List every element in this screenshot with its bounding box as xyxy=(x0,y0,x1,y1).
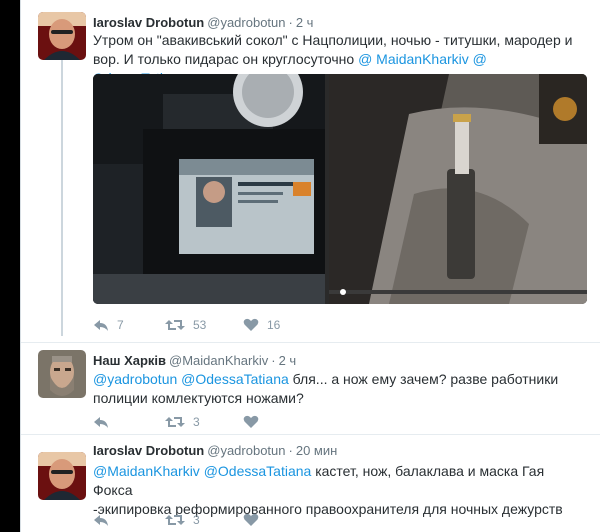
photo-knife[interactable] xyxy=(329,74,587,304)
media-grid xyxy=(93,74,587,304)
tweet-actions: 7 53 16 xyxy=(93,318,353,338)
retweet-count: 3 xyxy=(193,513,200,527)
avatar-photo-icon xyxy=(38,350,86,398)
heart-icon xyxy=(243,513,259,526)
tweet-text-line: @yadrobotun @OdessaTatiana бля... а нож … xyxy=(93,370,573,389)
tweet-time[interactable]: 20 мин xyxy=(296,443,337,458)
tweet-text: @yadrobotun @OdessaTatiana бля... а нож … xyxy=(93,370,573,408)
heart-icon xyxy=(243,318,259,331)
like-button[interactable] xyxy=(243,513,259,527)
retweet-count: 53 xyxy=(193,318,207,332)
author-name[interactable]: Iaroslav Drobotun xyxy=(93,15,204,30)
retweet-button[interactable]: 53 xyxy=(165,318,206,332)
reply-button[interactable] xyxy=(93,513,109,527)
like-button[interactable] xyxy=(243,415,259,429)
avatar[interactable] xyxy=(38,452,86,500)
reply-button[interactable]: 7 xyxy=(93,318,124,332)
tweet-time[interactable]: 2 ч xyxy=(296,15,314,30)
tweet-text: @MaidanKharkiv @OdessaTatiana кастет, но… xyxy=(93,462,573,519)
retweet-button[interactable]: 3 xyxy=(165,415,200,429)
avatar[interactable] xyxy=(38,12,86,60)
like-button[interactable]: 16 xyxy=(243,318,280,332)
retweet-icon xyxy=(165,417,185,427)
tweet-text-plain: бля... а нож ему зачем? разве работники xyxy=(288,371,559,387)
author-name[interactable]: Наш Харків xyxy=(93,353,166,368)
retweet-icon xyxy=(165,515,185,525)
reply-icon xyxy=(94,515,108,526)
mention-link[interactable]: @OdessaTatiana xyxy=(204,463,312,479)
tweet-3[interactable]: Iaroslav Drobotun @yadrobotun · 20 мин @Mai… xyxy=(21,435,600,532)
retweet-count: 3 xyxy=(193,415,200,429)
author-handle[interactable]: @yadrobotun xyxy=(207,15,285,30)
reply-icon xyxy=(94,417,108,428)
like-count: 16 xyxy=(267,318,281,332)
tweet-header: Iaroslav Drobotun @yadrobotun · 2 ч xyxy=(93,15,314,30)
tweet-2[interactable]: Наш Харків @MaidanKharkiv · 2 ч @yadrobotun… xyxy=(21,343,600,433)
photo-wallet-id-card[interactable] xyxy=(93,74,325,304)
retweet-icon xyxy=(165,320,185,330)
mention-link[interactable]: @yadrobotun xyxy=(93,371,177,387)
reply-count: 7 xyxy=(117,318,124,332)
tweet-actions: 3 xyxy=(93,415,353,435)
author-name[interactable]: Iaroslav Drobotun xyxy=(93,443,204,458)
author-handle[interactable]: @yadrobotun xyxy=(207,443,285,458)
tweet-1[interactable]: Iaroslav Drobotun @yadrobotun · 2 ч Утром о… xyxy=(21,0,600,340)
tweet-header: Iaroslav Drobotun @yadrobotun · 20 мин xyxy=(93,443,338,458)
reply-button[interactable] xyxy=(93,415,109,429)
heart-icon xyxy=(243,415,259,428)
tweet-text-line: полиции комлектуются ножами? xyxy=(93,390,304,406)
conversation-panel: Iaroslav Drobotun @yadrobotun · 2 ч Утром о… xyxy=(20,0,600,532)
tweet-text-plain: вор. И только пидарас он круглосуточно xyxy=(93,51,359,67)
mention-link[interactable]: @MaidanKharkiv xyxy=(93,463,200,479)
avatar-photo-icon xyxy=(38,452,86,500)
tweet-actions: 3 xyxy=(93,513,353,532)
mention-link[interactable]: @OdessaTatiana xyxy=(181,371,289,387)
tweet-text-line: Утром он "авакивський сокол" с Нацполици… xyxy=(93,32,573,48)
reply-icon xyxy=(94,320,108,331)
author-handle[interactable]: @MaidanKharkiv xyxy=(169,353,268,368)
tweet-header: Наш Харків @MaidanKharkiv · 2 ч xyxy=(93,353,297,368)
mention-link[interactable]: @ MaidanKharkiv xyxy=(358,51,469,67)
retweet-button[interactable]: 3 xyxy=(165,513,200,527)
avatar[interactable] xyxy=(38,350,86,398)
tweet-time[interactable]: 2 ч xyxy=(279,353,297,368)
avatar-photo-icon xyxy=(38,12,86,60)
tweet-text-line: @MaidanKharkiv @OdessaTatiana кастет, но… xyxy=(93,462,573,500)
